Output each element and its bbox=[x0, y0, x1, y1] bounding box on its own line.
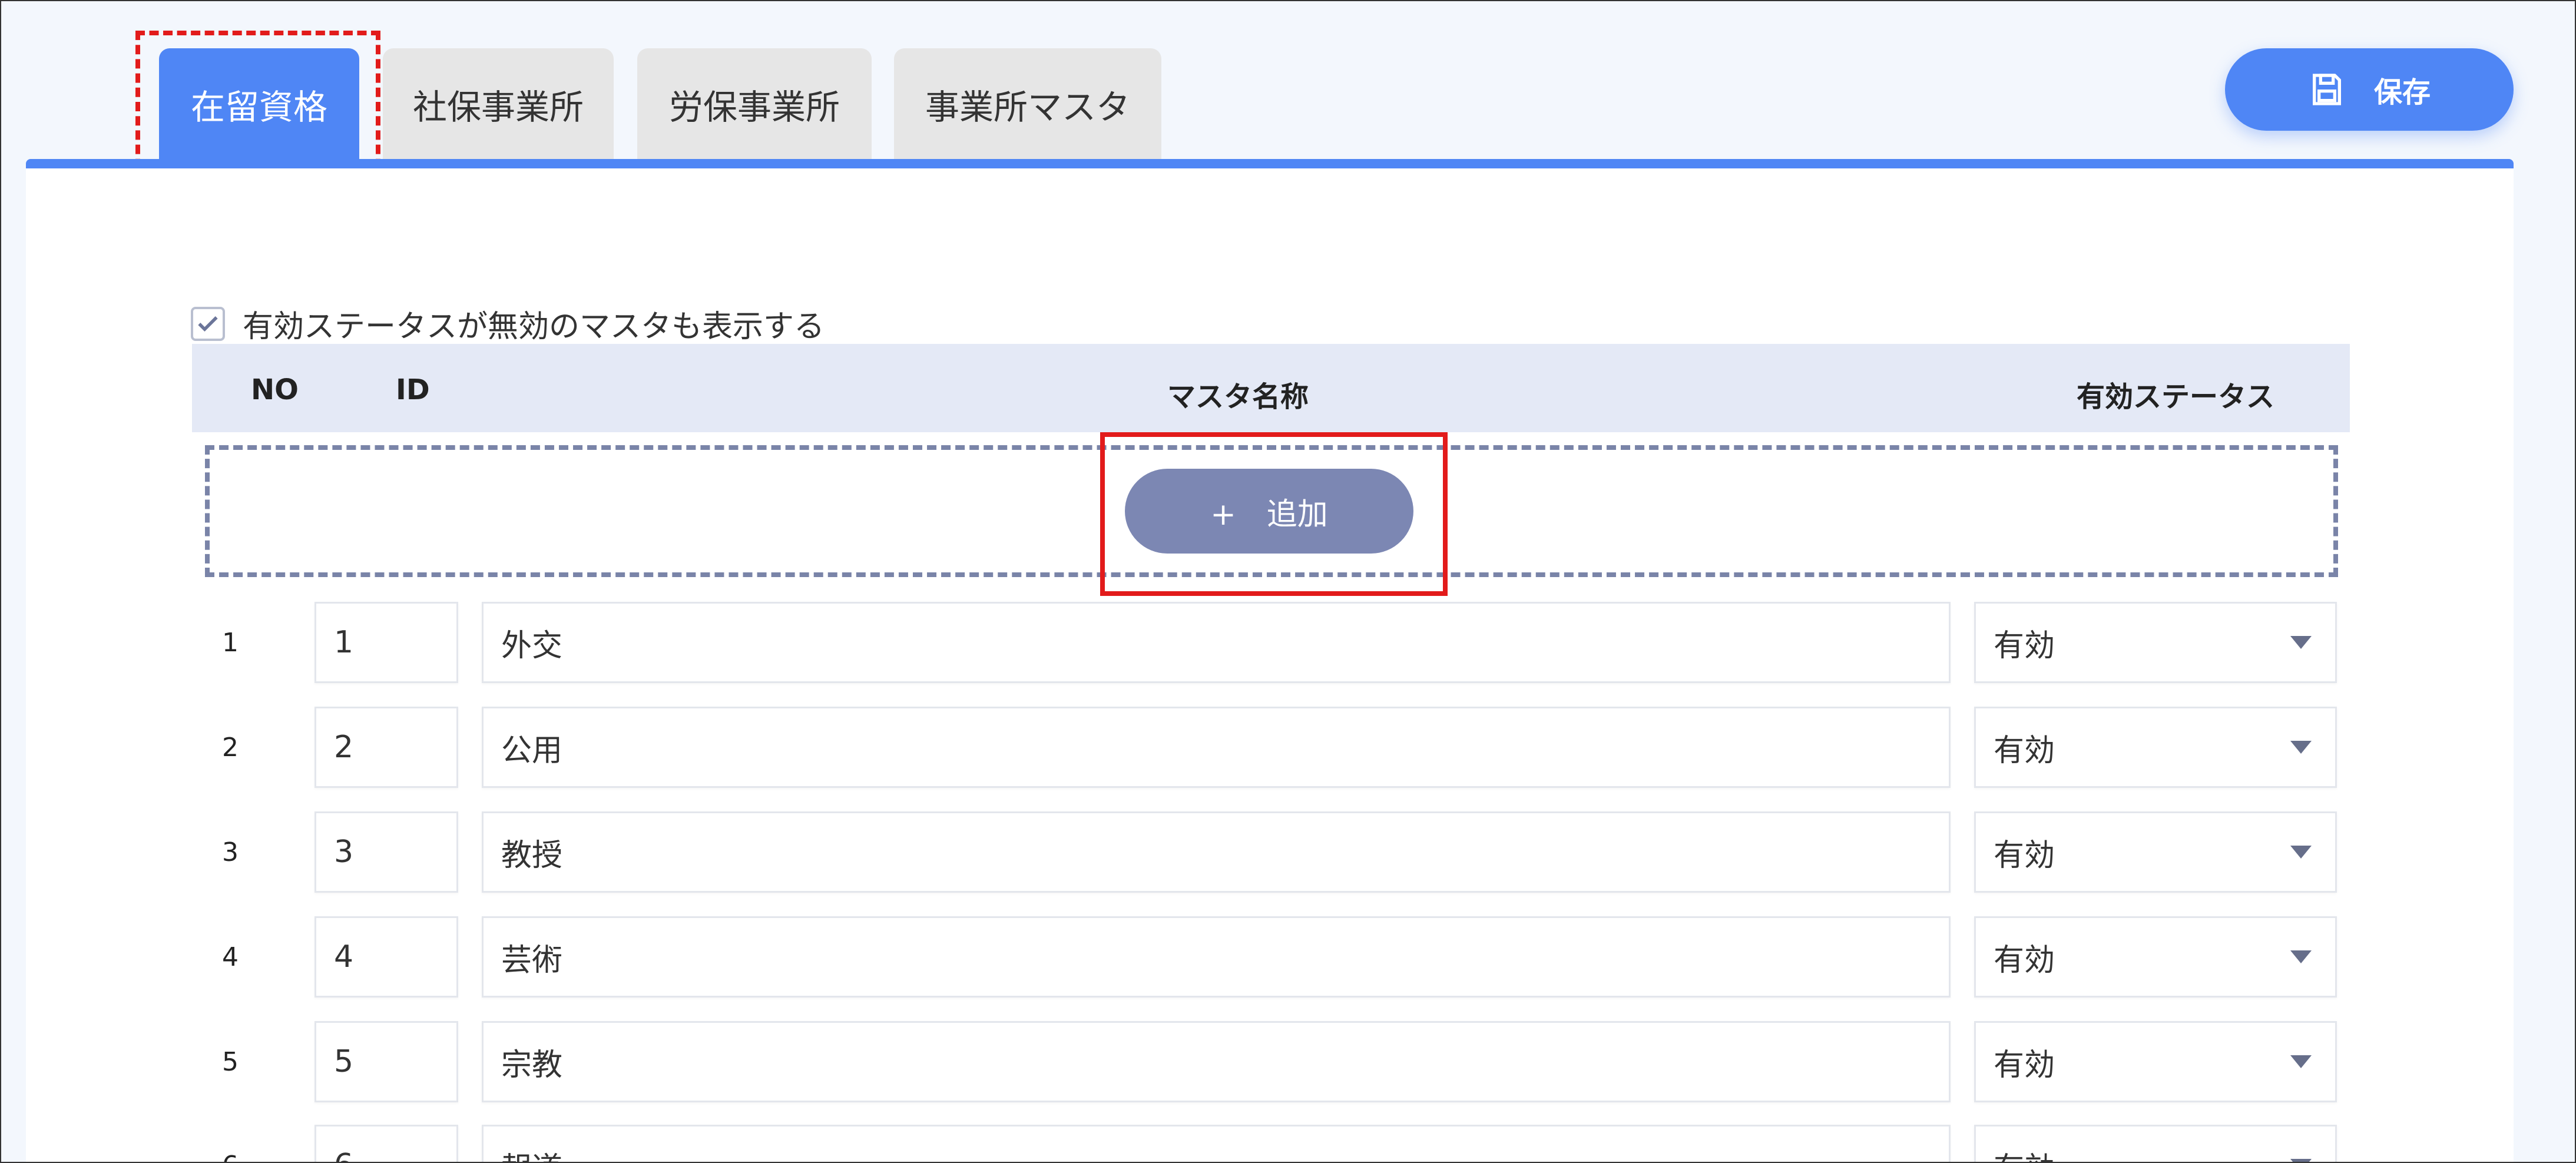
chevron-down-icon bbox=[2290, 741, 2312, 754]
show-inactive-label: 有効ステータスが無効のマスタも表示する bbox=[243, 309, 825, 344]
row-id-value: 2 bbox=[334, 730, 354, 765]
row-name-input[interactable]: 報道 bbox=[482, 1125, 1951, 1162]
row-id-value: 4 bbox=[334, 939, 354, 975]
tab-zairyu-shikaku[interactable]: 在留資格 bbox=[159, 48, 359, 160]
table-row: 2 2 公用 有効 bbox=[192, 707, 2350, 789]
show-inactive-filter[interactable]: 有効ステータスが無効のマスタも表示する bbox=[191, 301, 825, 346]
row-name-value: 芸術 bbox=[501, 942, 563, 978]
header-status: 有効ステータス bbox=[2077, 380, 2275, 413]
row-status-select[interactable]: 有効 bbox=[1974, 602, 2337, 683]
row-name-value: 宗教 bbox=[501, 1047, 563, 1083]
chevron-down-icon bbox=[2290, 636, 2312, 649]
chevron-down-icon bbox=[2290, 1055, 2312, 1068]
row-no: 1 bbox=[222, 628, 239, 658]
tab-label: 在留資格 bbox=[190, 87, 327, 127]
tab-bar-underline bbox=[26, 159, 2514, 168]
row-id-input[interactable]: 1 bbox=[314, 602, 458, 683]
row-status-value: 有効 bbox=[1994, 628, 2055, 664]
row-status-value: 有効 bbox=[1994, 1144, 2055, 1162]
row-no: 3 bbox=[222, 837, 239, 867]
tab-shaho-jigyosho[interactable]: 社保事業所 bbox=[383, 48, 614, 160]
row-name-value: 外交 bbox=[501, 628, 563, 664]
row-id-value: 3 bbox=[334, 834, 354, 870]
row-name-input[interactable]: 外交 bbox=[482, 602, 1951, 683]
table-row: 4 4 芸術 有効 bbox=[192, 916, 2350, 999]
show-inactive-checkbox[interactable] bbox=[191, 306, 225, 341]
save-button-label: 保存 bbox=[2373, 76, 2431, 109]
header-no: NO bbox=[251, 373, 299, 406]
chevron-down-icon bbox=[2290, 950, 2312, 963]
table-row: 5 5 宗教 有効 bbox=[192, 1021, 2350, 1104]
row-name-value: 公用 bbox=[501, 733, 563, 768]
row-id-value: 1 bbox=[334, 625, 354, 660]
add-button-label: + 追加 bbox=[1210, 496, 1328, 532]
row-name-input[interactable]: 公用 bbox=[482, 707, 1951, 788]
checkmark-icon bbox=[198, 316, 218, 332]
table-row: 3 3 教授 有効 bbox=[192, 811, 2350, 894]
header-master-name: マスタ名称 bbox=[1167, 380, 1309, 413]
table-header: NO ID マスタ名称 有効ステータス bbox=[192, 344, 2350, 432]
row-name-input[interactable]: 教授 bbox=[482, 811, 1951, 893]
save-button[interactable]: 保存 bbox=[2225, 48, 2514, 131]
tab-label: 事業所マスタ bbox=[925, 87, 1130, 127]
row-status-value: 有効 bbox=[1994, 1047, 2055, 1083]
row-status-select[interactable]: 有効 bbox=[1974, 916, 2337, 998]
row-no: 4 bbox=[222, 942, 239, 972]
row-status-value: 有効 bbox=[1994, 942, 2055, 978]
row-status-select[interactable]: 有効 bbox=[1974, 1125, 2337, 1162]
app-frame: 在留資格 社保事業所 労保事業所 事業所マスタ 保存 有効ステータスが無効のマス… bbox=[0, 0, 2576, 1163]
tab-label: 社保事業所 bbox=[412, 87, 584, 127]
row-id-input[interactable]: 6 bbox=[314, 1125, 458, 1162]
row-name-input[interactable]: 芸術 bbox=[482, 916, 1951, 998]
table-row: 6 6 報道 有効 bbox=[192, 1125, 2350, 1162]
floppy-disk-icon bbox=[2312, 74, 2341, 105]
add-button[interactable]: + 追加 bbox=[1125, 469, 1413, 554]
row-no: 6 bbox=[192, 1151, 269, 1162]
row-id-input[interactable]: 2 bbox=[314, 707, 458, 788]
row-status-select[interactable]: 有効 bbox=[1974, 811, 2337, 893]
header-id: ID bbox=[396, 373, 430, 406]
row-status-value: 有効 bbox=[1994, 733, 2055, 768]
chevron-down-icon bbox=[2290, 1159, 2312, 1162]
row-no: 5 bbox=[222, 1047, 239, 1077]
tab-jigyosho-master[interactable]: 事業所マスタ bbox=[894, 48, 1161, 160]
chevron-down-icon bbox=[2290, 846, 2312, 859]
row-id-input[interactable]: 5 bbox=[314, 1021, 458, 1102]
row-name-value: 教授 bbox=[501, 837, 563, 873]
row-id-input[interactable]: 3 bbox=[314, 811, 458, 893]
row-status-select[interactable]: 有効 bbox=[1974, 1021, 2337, 1102]
row-id-value: 6 bbox=[334, 1148, 353, 1162]
content-panel: 有効ステータスが無効のマスタも表示する NO ID マスタ名称 有効ステータス … bbox=[26, 168, 2514, 1162]
row-id-input[interactable]: 4 bbox=[314, 916, 458, 998]
tab-roho-jigyosho[interactable]: 労保事業所 bbox=[637, 48, 872, 160]
tab-label: 労保事業所 bbox=[668, 87, 840, 127]
row-name-input[interactable]: 宗教 bbox=[482, 1021, 1951, 1102]
row-status-value: 有効 bbox=[1994, 837, 2055, 873]
table-row: 1 1 外交 有効 bbox=[192, 602, 2350, 684]
row-name-value: 報道 bbox=[501, 1144, 562, 1162]
row-status-select[interactable]: 有効 bbox=[1974, 707, 2337, 788]
row-no: 2 bbox=[222, 733, 239, 763]
row-id-value: 5 bbox=[334, 1044, 354, 1079]
